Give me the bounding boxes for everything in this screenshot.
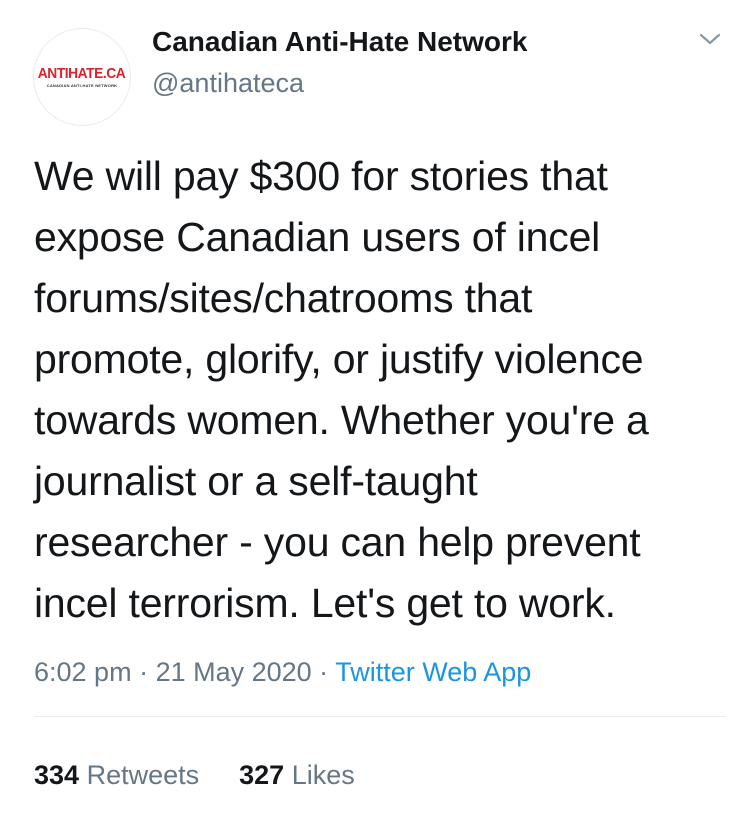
tweet-text-line: We will pay $300 for stories that <box>34 153 608 199</box>
chevron-down-icon[interactable] <box>697 28 723 50</box>
tweet-text-line: forums/sites/chatrooms that <box>34 275 533 321</box>
tweet-header: ANTIHATE.CA CANADIAN ANTI-HATE NETWORK C… <box>33 20 723 126</box>
retweets-count: 334 <box>34 760 80 790</box>
tweet-card: ANTIHATE.CA CANADIAN ANTI-HATE NETWORK C… <box>0 0 750 825</box>
tweet-text-line: towards women. Whether you're a <box>34 397 649 443</box>
avatar[interactable]: ANTIHATE.CA CANADIAN ANTI-HATE NETWORK <box>33 28 131 126</box>
author-handle[interactable]: @antihateca <box>152 68 304 99</box>
tweet-time[interactable]: 6:02 pm <box>34 657 132 687</box>
tweet-stats: 334 Retweets 327 Likes <box>34 760 355 791</box>
avatar-logo-text: ANTIHATE.CA <box>38 64 126 82</box>
likes-stat[interactable]: 327 Likes <box>239 760 355 790</box>
tweet-date[interactable]: 21 May 2020 <box>156 657 312 687</box>
tweet-text-line: incel terrorism. Let's get to work. <box>34 580 616 626</box>
likes-count: 327 <box>239 760 285 790</box>
tweet-text-line: journalist or a self-taught <box>34 458 478 504</box>
source-app-link[interactable]: Twitter Web App <box>335 657 531 687</box>
tweet-text-line: promote, glorify, or justify violence <box>34 336 644 382</box>
retweets-label: Retweets <box>86 760 200 790</box>
tweet-text: We will pay $300 for stories that expose… <box>34 146 724 634</box>
divider <box>34 716 726 717</box>
retweets-stat[interactable]: 334 Retweets <box>34 760 199 790</box>
tweet-meta: 6:02 pm · 21 May 2020 · Twitter Web App <box>34 657 531 688</box>
likes-label: Likes <box>291 760 355 790</box>
tweet-text-line: researcher - you can help prevent <box>34 519 641 565</box>
avatar-logo-subtext: CANADIAN ANTI-HATE NETWORK <box>46 82 118 88</box>
meta-separator: · <box>311 657 336 687</box>
tweet-text-line: expose Canadian users of incel <box>34 214 601 260</box>
meta-separator: · <box>131 657 156 687</box>
author-name[interactable]: Canadian Anti-Hate Network <box>152 26 527 58</box>
